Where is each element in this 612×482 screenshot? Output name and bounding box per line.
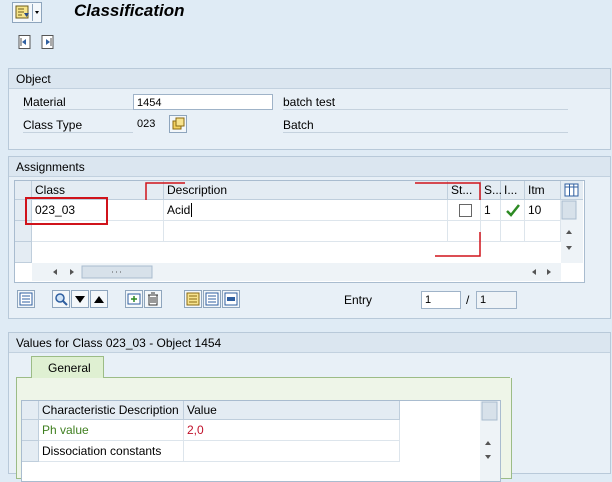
search-icon xyxy=(55,293,68,306)
triangle-down-icon xyxy=(75,296,85,303)
entry-label: Entry xyxy=(344,293,373,307)
details-button[interactable] xyxy=(17,290,35,308)
table-settings-icon xyxy=(564,183,579,197)
horizontal-scrollbar[interactable] xyxy=(32,263,561,281)
column-settings-button[interactable] xyxy=(561,181,583,200)
description-highlight-marks xyxy=(145,182,481,257)
trash-icon xyxy=(148,292,158,306)
assignments-group-title: Assignments xyxy=(16,160,85,174)
row-selector[interactable] xyxy=(22,441,39,462)
object-group: Object Material 1454 batch test Class Ty… xyxy=(8,68,611,150)
move-up-button[interactable] xyxy=(90,290,108,308)
possible-entries-icon xyxy=(172,117,185,130)
tab-general[interactable]: General xyxy=(31,356,104,379)
row-selector[interactable] xyxy=(15,242,32,263)
i-cell xyxy=(501,200,525,221)
class-highlight-box xyxy=(25,197,108,225)
assignments-group-header: Assignments xyxy=(9,157,610,177)
material-field[interactable]: 1454 xyxy=(133,94,273,110)
values-group: Values for Class 023_03 - Object 1454 Ge… xyxy=(8,332,611,482)
column-header-i[interactable]: I... xyxy=(501,181,525,200)
entry-field[interactable]: 1 xyxy=(421,291,461,309)
details-icon xyxy=(19,292,33,306)
application-toolbar xyxy=(0,26,612,58)
title-bar: Classification xyxy=(0,0,612,24)
i-cell xyxy=(501,221,525,242)
select-all-cell[interactable] xyxy=(22,401,39,420)
value-cell[interactable] xyxy=(184,441,400,462)
characteristic-description-cell: Ph value xyxy=(39,420,184,441)
values-vertical-scrollbar[interactable] xyxy=(480,401,500,481)
values-group-header: Values for Class 023_03 - Object 1454 xyxy=(9,333,610,353)
assignments-group: Assignments Class Description St... S...… xyxy=(8,156,611,319)
values-table-filler xyxy=(400,401,480,481)
triangle-up-icon xyxy=(94,296,104,303)
material-label: Material xyxy=(23,95,133,110)
delete-line-button[interactable] xyxy=(144,290,162,308)
find-button[interactable] xyxy=(52,290,70,308)
column-header-itm[interactable]: Itm xyxy=(525,181,561,200)
itm-cell: 10 xyxy=(525,200,561,221)
characteristic-description-cell: Dissociation constants xyxy=(39,441,184,462)
entry-separator: / xyxy=(466,293,470,307)
row-selector[interactable] xyxy=(22,420,39,441)
material-description: batch test xyxy=(283,95,568,110)
select-block-button[interactable] xyxy=(222,290,240,308)
page-title: Classification xyxy=(74,1,185,20)
move-down-button[interactable] xyxy=(71,290,89,308)
select-all-button[interactable] xyxy=(184,290,202,308)
column-header-characteristic-description[interactable]: Characteristic Description xyxy=(39,401,184,420)
menu-icon xyxy=(14,4,31,21)
system-menu-button[interactable] xyxy=(12,2,42,23)
deselect-all-icon xyxy=(205,292,219,306)
value-cell[interactable]: 2,0 xyxy=(184,420,400,441)
vertical-scrollbar[interactable] xyxy=(561,200,583,263)
class-type-value: 023 xyxy=(137,118,156,130)
chevron-down-icon xyxy=(32,4,41,21)
object-group-header: Object xyxy=(9,69,610,89)
object-group-title: Object xyxy=(16,72,51,86)
deselect-all-button[interactable] xyxy=(203,290,221,308)
insert-row-icon xyxy=(127,293,141,305)
check-icon xyxy=(506,204,520,217)
itm-cell xyxy=(525,221,561,242)
class-type-description: Batch xyxy=(283,118,568,133)
tab-general-label: General xyxy=(48,361,91,375)
values-table: Characteristic Description Value Ph valu… xyxy=(21,400,501,482)
values-group-title: Values for Class 023_03 - Object 1454 xyxy=(16,336,222,350)
select-block-icon xyxy=(224,292,238,306)
previous-object-icon[interactable] xyxy=(17,34,33,50)
class-type-help-button[interactable] xyxy=(169,115,187,133)
column-header-value[interactable]: Value xyxy=(184,401,400,420)
insert-line-button[interactable] xyxy=(125,290,143,308)
class-type-label: Class Type xyxy=(23,118,133,133)
entry-total-field: 1 xyxy=(476,291,517,309)
select-all-icon xyxy=(186,292,200,306)
next-object-icon[interactable] xyxy=(40,34,56,50)
